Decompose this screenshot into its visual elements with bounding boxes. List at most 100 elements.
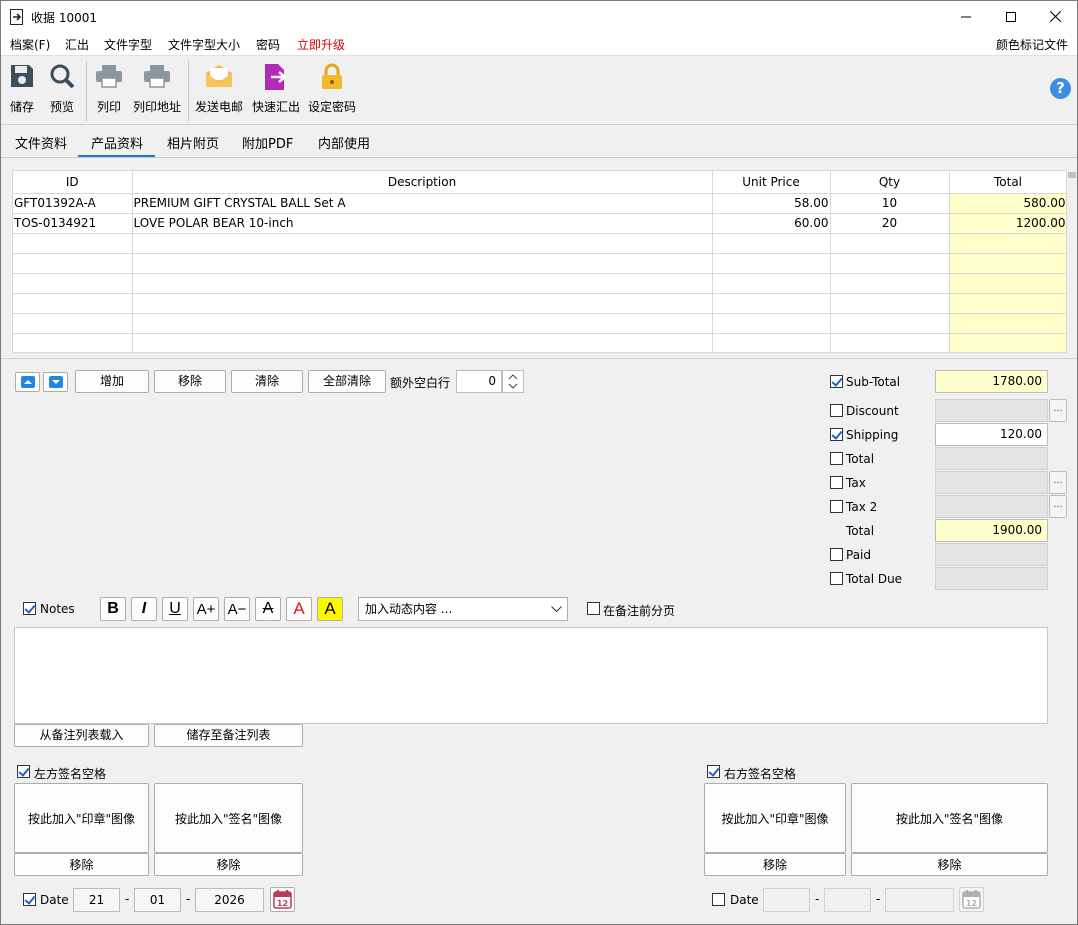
cell-description[interactable]	[132, 313, 713, 334]
paid-checkbox[interactable]	[830, 548, 843, 561]
total-checkbox[interactable]	[830, 452, 843, 465]
discount-options-button[interactable]: ...	[1049, 399, 1067, 422]
col-header-qty[interactable]: Qty	[830, 171, 950, 194]
save-button[interactable]: 储存	[3, 57, 41, 125]
cell-total[interactable]: 1200.00	[949, 213, 1066, 234]
save-to-notes-list-button[interactable]: 储存至备注列表	[154, 724, 303, 747]
cell-total[interactable]	[949, 313, 1066, 334]
cell-qty[interactable]	[830, 313, 950, 334]
bold-button[interactable]: B	[100, 597, 126, 621]
cell-qty[interactable]	[830, 233, 950, 254]
quick-export-button[interactable]: 快速汇出	[249, 57, 303, 125]
right-remove-stamp-button[interactable]: 移除	[704, 853, 846, 876]
tab-product-info[interactable]: 产品资料	[91, 133, 143, 152]
right-date-checkbox[interactable]	[712, 893, 725, 906]
right-calendar-button[interactable]: 12	[959, 887, 984, 912]
cell-qty[interactable]	[830, 273, 950, 294]
highlight-button[interactable]: A	[317, 597, 343, 621]
col-header-total[interactable]: Total	[949, 171, 1066, 194]
print-address-button[interactable]: 列印地址	[130, 57, 184, 125]
cell-description[interactable]: PREMIUM GIFT CRYSTAL BALL Set A	[132, 193, 713, 214]
left-calendar-button[interactable]: 12	[270, 887, 295, 912]
extra-blank-rows-input[interactable]: 0	[456, 370, 502, 393]
page-break-checkbox[interactable]	[587, 602, 600, 615]
cell-total[interactable]: 580.00	[949, 193, 1066, 214]
cell-id[interactable]	[13, 333, 133, 352]
subtotal-checkbox[interactable]	[830, 375, 843, 388]
table-row[interactable]	[13, 253, 1066, 274]
cell-unit-price[interactable]: 60.00	[712, 213, 831, 234]
cell-unit-price[interactable]: 58.00	[712, 193, 831, 214]
table-row[interactable]	[13, 233, 1066, 254]
notes-editor[interactable]	[14, 627, 1048, 724]
cell-total[interactable]	[949, 333, 1066, 352]
table-row[interactable]	[13, 333, 1066, 352]
right-add-signature-button[interactable]: 按此加入"签名"图像	[851, 783, 1048, 853]
left-date-year[interactable]: 2026	[195, 888, 264, 912]
preview-button[interactable]: 预览	[44, 57, 80, 125]
tax2-checkbox[interactable]	[830, 500, 843, 513]
cell-qty[interactable]: 10	[830, 193, 950, 214]
print-button[interactable]: 列印	[91, 57, 127, 125]
left-date-checkbox[interactable]	[23, 893, 36, 906]
menu-doc-font[interactable]: 文件字型	[104, 36, 152, 53]
right-signature-checkbox[interactable]	[707, 765, 720, 778]
tax-checkbox[interactable]	[830, 476, 843, 489]
tax-options-button[interactable]: ...	[1049, 471, 1067, 494]
left-add-signature-button[interactable]: 按此加入"签名"图像	[154, 783, 303, 853]
col-header-id[interactable]: ID	[13, 171, 133, 194]
tab-document-info[interactable]: 文件资料	[15, 133, 67, 152]
close-button[interactable]	[1032, 1, 1077, 32]
left-add-stamp-button[interactable]: 按此加入"印章"图像	[14, 783, 149, 853]
clear-all-button[interactable]: 全部清除	[308, 370, 386, 393]
dynamic-content-dropdown[interactable]: 加入动态内容 ...	[358, 597, 568, 621]
tab-internal-use[interactable]: 内部使用	[318, 133, 370, 152]
table-row[interactable]: TOS-0134921 LOVE POLAR BEAR 10-inch 60.00 2…	[13, 213, 1066, 234]
table-row[interactable]	[13, 273, 1066, 294]
add-row-button[interactable]: 增加	[75, 370, 149, 393]
grid-scrollbar[interactable]	[1067, 170, 1077, 353]
cell-qty[interactable]	[830, 253, 950, 274]
cell-unit-price[interactable]	[712, 333, 831, 352]
col-header-unit-price[interactable]: Unit Price	[712, 171, 831, 194]
cell-description[interactable]: LOVE POLAR BEAR 10-inch	[132, 213, 713, 234]
font-color-button[interactable]: A	[286, 597, 312, 621]
grow-font-button[interactable]: A+	[193, 597, 219, 621]
cell-unit-price[interactable]	[712, 273, 831, 294]
table-row[interactable]	[13, 293, 1066, 314]
menu-doc-font-size[interactable]: 文件字型大小	[168, 36, 240, 53]
cell-id[interactable]: TOS-0134921	[13, 213, 133, 234]
cell-qty[interactable]: 20	[830, 213, 950, 234]
tax2-options-button[interactable]: ...	[1049, 495, 1067, 518]
left-date-month[interactable]: 01	[134, 888, 181, 912]
scrollbar-thumb[interactable]	[1068, 172, 1076, 178]
cell-total[interactable]	[949, 253, 1066, 274]
strikethrough-button[interactable]: A	[255, 597, 281, 621]
shipping-input[interactable]: 120.00	[935, 423, 1048, 446]
cell-total[interactable]	[949, 293, 1066, 314]
left-signature-checkbox[interactable]	[17, 765, 30, 778]
extra-blank-rows-spinner[interactable]	[502, 370, 524, 393]
right-date-day[interactable]	[763, 888, 810, 912]
col-header-description[interactable]: Description	[132, 171, 713, 194]
move-down-button[interactable]	[43, 372, 68, 392]
load-from-notes-list-button[interactable]: 从备注列表载入	[14, 724, 149, 747]
send-email-button[interactable]: 发送电邮	[193, 57, 245, 125]
menu-color-tag[interactable]: 颜色标记文件	[996, 36, 1068, 53]
shipping-checkbox[interactable]	[830, 428, 843, 441]
cell-id[interactable]: GFT01392A-A	[13, 193, 133, 214]
total-due-checkbox[interactable]	[830, 572, 843, 585]
cell-id[interactable]	[13, 233, 133, 254]
cell-description[interactable]	[132, 233, 713, 254]
menu-file[interactable]: 档案(F)	[10, 36, 50, 53]
move-up-button[interactable]	[15, 372, 40, 392]
cell-qty[interactable]	[830, 333, 950, 352]
cell-description[interactable]	[132, 273, 713, 294]
italic-button[interactable]: I	[131, 597, 157, 621]
left-remove-stamp-button[interactable]: 移除	[14, 853, 149, 876]
minimize-button[interactable]	[943, 1, 989, 32]
cell-qty[interactable]	[830, 293, 950, 314]
cell-unit-price[interactable]	[712, 313, 831, 334]
left-date-day[interactable]: 21	[73, 888, 120, 912]
menu-upgrade[interactable]: 立即升级	[297, 36, 345, 53]
